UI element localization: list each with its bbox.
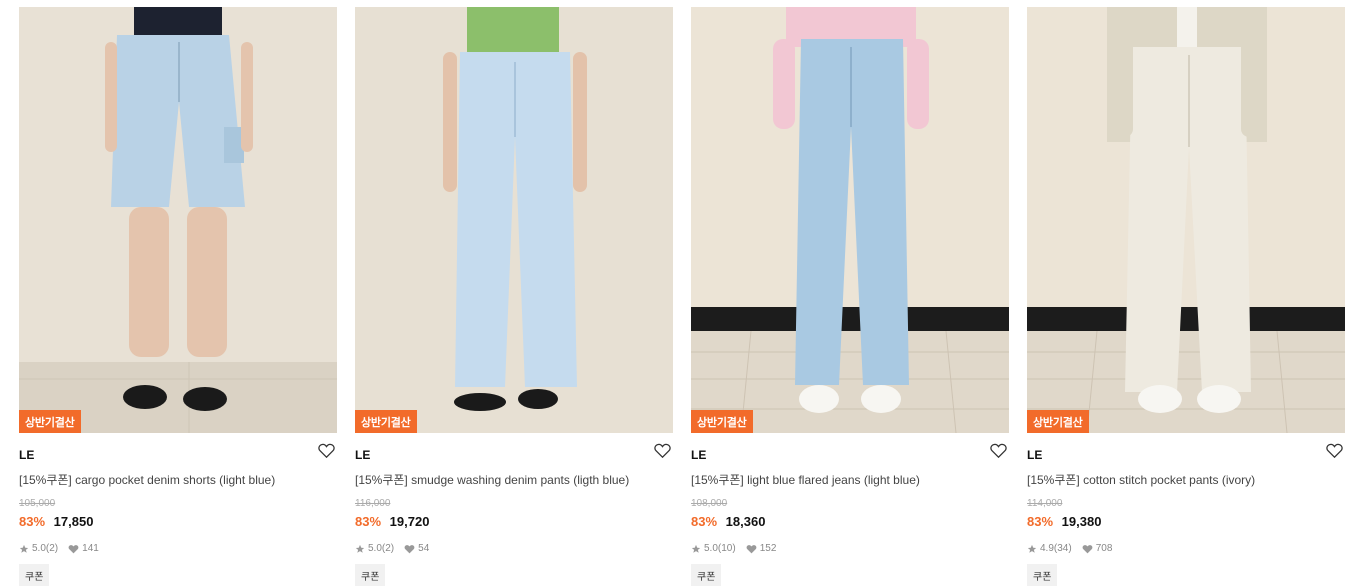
product-card[interactable]: 상반기결산 LE [15%쿠폰] cargo pocket denim shor… <box>19 7 337 586</box>
heart-outline-icon <box>1325 443 1343 463</box>
brand-name[interactable]: LE <box>691 448 706 462</box>
discount-rate: 83% <box>1027 514 1054 529</box>
original-price: 116,000 <box>355 498 391 509</box>
like-button[interactable] <box>1325 443 1343 463</box>
coupon-tag: 쿠폰 <box>691 564 722 586</box>
product-image[interactable]: 상반기결산 <box>1027 7 1345 433</box>
product-image[interactable]: 상반기결산 <box>691 7 1009 433</box>
discount-rate: 83% <box>355 514 382 529</box>
star-icon <box>19 544 29 554</box>
star-icon <box>355 544 365 554</box>
product-grid: 상반기결산 LE [15%쿠폰] cargo pocket denim shor… <box>0 0 1355 587</box>
promo-badge: 상반기결산 <box>1027 410 1089 433</box>
rating: 5.0 <box>704 543 718 554</box>
rating: 4.9 <box>1040 543 1054 554</box>
sale-price: 19,720 <box>389 514 430 529</box>
heart-filled-icon <box>404 544 415 554</box>
discount-rate: 83% <box>691 514 718 529</box>
coupon-tag: 쿠폰 <box>355 564 386 586</box>
product-card[interactable]: 상반기결산 LE [15%쿠폰] cotton stitch pocket pa… <box>1027 7 1345 586</box>
promo-badge: 상반기결산 <box>691 410 753 433</box>
product-name[interactable]: [15%쿠폰] smudge washing denim pants (ligt… <box>355 471 673 488</box>
brand-name[interactable]: LE <box>19 448 34 462</box>
price-row: 83% 17,850 <box>19 514 337 529</box>
product-image[interactable]: 상반기결산 <box>19 7 337 433</box>
rating: 5.0 <box>368 543 382 554</box>
like-count: 152 <box>759 543 777 554</box>
like-count: 141 <box>82 543 99 554</box>
review-count: (2) <box>45 543 59 554</box>
product-card[interactable]: 상반기결산 LE [15%쿠폰] smudge washing denim pa… <box>355 7 673 586</box>
heart-outline-icon <box>989 443 1007 463</box>
price-row: 83% 18,360 <box>691 514 1009 529</box>
heart-outline-icon <box>317 443 335 463</box>
rating: 5.0 <box>32 543 46 554</box>
brand-name[interactable]: LE <box>355 448 370 462</box>
product-name[interactable]: [15%쿠폰] cargo pocket denim shorts (light… <box>19 471 337 488</box>
original-price: 108,000 <box>691 498 728 509</box>
review-count: (10) <box>717 543 736 554</box>
brand-name[interactable]: LE <box>1027 448 1042 462</box>
original-price: 105,000 <box>19 498 56 509</box>
sale-price: 19,380 <box>1061 514 1102 529</box>
sale-price: 18,360 <box>725 514 766 529</box>
coupon-tag: 쿠폰 <box>19 564 50 586</box>
review-count: (2) <box>381 543 395 554</box>
like-count: 708 <box>1095 543 1113 554</box>
heart-filled-icon <box>746 544 757 554</box>
like-button[interactable] <box>653 443 671 463</box>
original-price: 114,000 <box>1027 498 1063 509</box>
review-count: (34) <box>1053 543 1072 554</box>
star-icon <box>691 544 701 554</box>
heart-filled-icon <box>68 544 79 554</box>
product-name[interactable]: [15%쿠폰] cotton stitch pocket pants (ivor… <box>1027 471 1345 488</box>
sale-price: 17,850 <box>53 514 94 529</box>
promo-badge: 상반기결산 <box>355 410 417 433</box>
star-icon <box>1027 544 1037 554</box>
price-row: 83% 19,720 <box>355 514 673 529</box>
heart-outline-icon <box>653 443 671 463</box>
product-card[interactable]: 상반기결산 LE [15%쿠폰] light blue flared jeans… <box>691 7 1009 586</box>
like-count: 54 <box>418 543 430 554</box>
like-button[interactable] <box>317 443 335 463</box>
product-meta: 5.0 (10) 152 <box>691 543 1009 554</box>
price-row: 83% 19,380 <box>1027 514 1345 529</box>
product-meta: 5.0 (2) 54 <box>355 543 673 554</box>
like-button[interactable] <box>989 443 1007 463</box>
product-image[interactable]: 상반기결산 <box>355 7 673 433</box>
promo-badge: 상반기결산 <box>19 410 81 433</box>
heart-filled-icon <box>1082 544 1093 554</box>
discount-rate: 83% <box>19 514 46 529</box>
product-name[interactable]: [15%쿠폰] light blue flared jeans (light b… <box>691 471 1009 488</box>
product-meta: 5.0 (2) 141 <box>19 543 337 554</box>
coupon-tag: 쿠폰 <box>1027 564 1058 586</box>
product-meta: 4.9 (34) 708 <box>1027 543 1345 554</box>
